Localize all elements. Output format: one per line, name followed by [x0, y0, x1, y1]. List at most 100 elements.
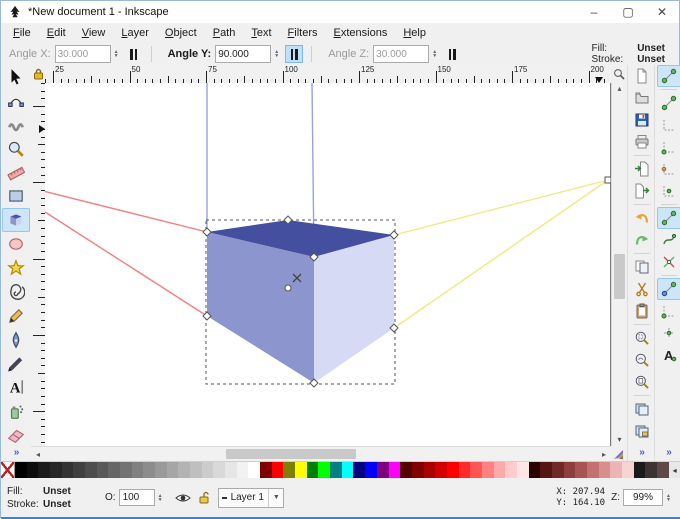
angle-z-spinner[interactable]: ▲▼ — [430, 50, 439, 58]
snap-midpoints-toggle[interactable] — [657, 322, 680, 344]
palette-swatch[interactable] — [248, 462, 260, 478]
layer-lock-icon[interactable] — [199, 491, 210, 504]
palette-swatch[interactable] — [494, 462, 506, 478]
snap-nodes-toggle[interactable] — [657, 207, 680, 229]
palette-swatch[interactable] — [365, 462, 377, 478]
box-left-face[interactable] — [207, 232, 314, 383]
box-right-face[interactable] — [314, 235, 394, 383]
opacity-spinner[interactable]: ▲▼ — [156, 494, 165, 502]
palette-swatch[interactable] — [85, 462, 97, 478]
snap-bbox-centers-toggle[interactable] — [657, 180, 680, 202]
palette-swatch[interactable] — [213, 462, 225, 478]
palette-swatch[interactable] — [132, 462, 144, 478]
tool-node-editor[interactable] — [2, 89, 30, 113]
palette-swatch[interactable] — [307, 462, 319, 478]
palette-swatch[interactable] — [435, 462, 447, 478]
palette-swatch[interactable] — [27, 462, 39, 478]
snap-enable-toggle[interactable] — [657, 65, 680, 87]
export-button[interactable] — [630, 180, 654, 202]
copy-button[interactable] — [630, 256, 654, 278]
palette-swatch[interactable] — [389, 462, 401, 478]
print-button[interactable] — [630, 131, 654, 153]
tool-rectangle[interactable] — [2, 184, 30, 208]
palette-swatch[interactable] — [505, 462, 517, 478]
menu-view[interactable]: View — [74, 25, 114, 41]
minimize-button[interactable]: – — [577, 1, 611, 23]
new-document-button[interactable] — [630, 65, 654, 87]
snap-intersections-toggle[interactable] — [657, 251, 680, 273]
menu-layer[interactable]: Layer — [113, 25, 157, 41]
snap-text-baseline-toggle[interactable]: A — [657, 344, 680, 366]
vanish-line-z[interactable] — [394, 180, 608, 328]
tool-pencil[interactable] — [2, 304, 30, 328]
palette-swatch[interactable] — [517, 462, 529, 478]
duplicate-button[interactable] — [630, 398, 654, 420]
palette-swatch[interactable] — [342, 462, 354, 478]
zoom-page-button[interactable] — [630, 371, 654, 393]
tool-box-3d[interactable] — [2, 208, 30, 232]
palette-swatch[interactable] — [634, 462, 646, 478]
palette-swatch[interactable] — [657, 462, 669, 478]
palette-swatch[interactable] — [459, 462, 471, 478]
palette-swatch[interactable] — [295, 462, 307, 478]
tool-selector[interactable] — [2, 65, 30, 89]
palette-swatch[interactable] — [225, 462, 237, 478]
maximize-button[interactable]: ▢ — [611, 1, 645, 23]
tool-ellipse[interactable] — [2, 232, 30, 256]
angle-y-spinner[interactable]: ▲▼ — [272, 50, 281, 58]
zoom-input[interactable] — [623, 489, 663, 506]
angle-x-input[interactable] — [55, 45, 111, 63]
clone-button[interactable] — [630, 420, 654, 442]
vanish-line-x[interactable] — [45, 212, 207, 316]
palette-swatch[interactable] — [108, 462, 120, 478]
vanish-line-x[interactable] — [45, 191, 207, 232]
palette-swatch[interactable] — [622, 462, 634, 478]
angle-z-input[interactable] — [373, 45, 429, 63]
snap-bounding-box-toggle[interactable] — [657, 92, 680, 114]
palette-swatch[interactable] — [353, 462, 365, 478]
palette-swatch[interactable] — [599, 462, 611, 478]
palette-swatch[interactable] — [50, 462, 62, 478]
palette-swatch[interactable] — [202, 462, 214, 478]
zoom-spinner[interactable]: ▲▼ — [664, 494, 673, 502]
snap-bbox-midpoints-toggle[interactable] — [657, 158, 680, 180]
palette-swatch[interactable] — [167, 462, 179, 478]
palette-swatch[interactable] — [97, 462, 109, 478]
import-button[interactable] — [630, 158, 654, 180]
paste-button[interactable] — [630, 300, 654, 322]
palette-swatch[interactable] — [552, 462, 564, 478]
palette-swatch[interactable] — [587, 462, 599, 478]
opacity-input[interactable] — [119, 489, 155, 506]
palette-swatch[interactable] — [529, 462, 541, 478]
menu-path[interactable]: Path — [205, 25, 244, 41]
horizontal-scrollbar[interactable]: ◂ ▸ — [31, 446, 611, 461]
snap-cusp-nodes-toggle[interactable] — [657, 278, 680, 300]
tool-text[interactable]: A — [2, 375, 30, 399]
open-button[interactable] — [630, 87, 654, 109]
palette-swatch[interactable] — [412, 462, 424, 478]
angle-y-input[interactable] — [215, 45, 271, 63]
color-managed-display-toggle[interactable] — [611, 446, 627, 461]
palette-swatch[interactable] — [73, 462, 85, 478]
save-button[interactable] — [630, 109, 654, 131]
snap-smooth-nodes-toggle[interactable] — [657, 300, 680, 322]
palette-swatch[interactable] — [400, 462, 412, 478]
palette-swatch[interactable] — [120, 462, 132, 478]
palette-swatch[interactable] — [272, 462, 284, 478]
scroll-down-arrow[interactable]: ▾ — [612, 434, 627, 446]
zoom-drawing-button[interactable] — [630, 349, 654, 371]
toolbox-overflow[interactable]: » — [14, 447, 19, 458]
horizontal-ruler[interactable]: 255075100125150175200 — [45, 65, 611, 84]
palette-swatch[interactable] — [482, 462, 494, 478]
scroll-right-arrow[interactable]: ▸ — [597, 450, 611, 459]
palette-swatch[interactable] — [155, 462, 167, 478]
menu-extensions[interactable]: Extensions — [326, 25, 396, 41]
palette-swatch[interactable] — [190, 462, 202, 478]
tool-zoom[interactable] — [2, 137, 30, 161]
palette-swatch[interactable] — [575, 462, 587, 478]
snap-bbox-edges-toggle[interactable] — [657, 114, 680, 136]
palette-swatch[interactable] — [447, 462, 459, 478]
menu-help[interactable]: Help — [395, 25, 434, 41]
box-center-handle[interactable] — [285, 285, 291, 291]
ruler-corner[interactable] — [31, 65, 45, 83]
